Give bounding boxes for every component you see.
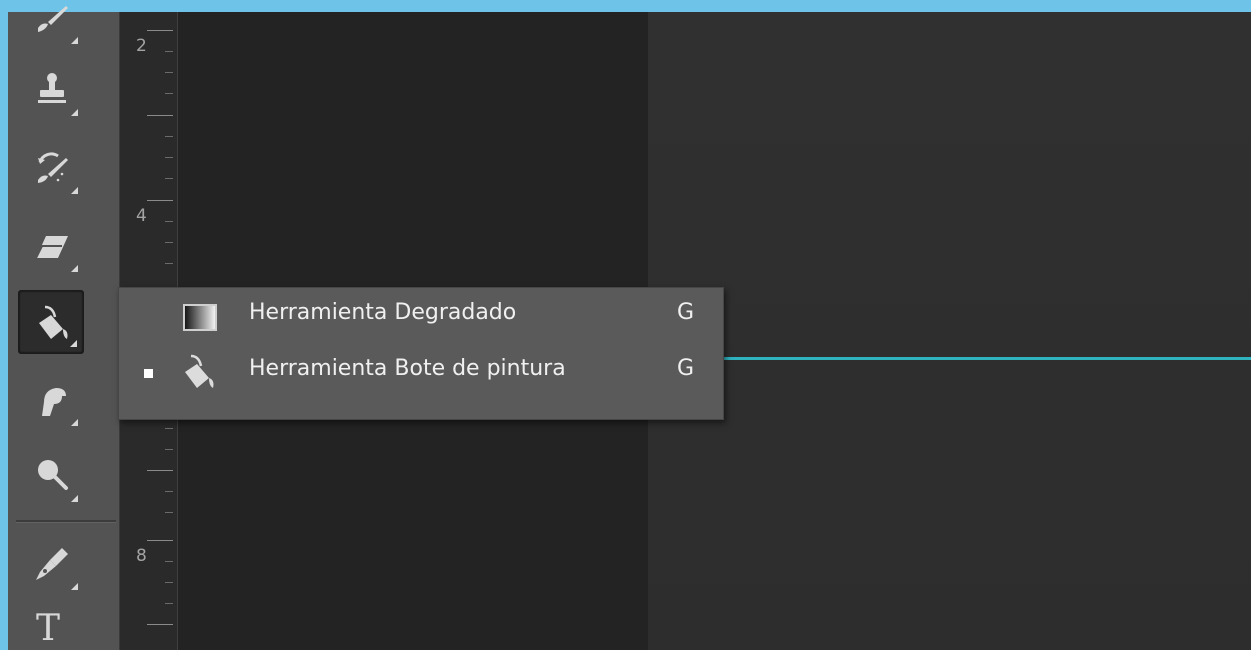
ruler-tick (165, 428, 173, 429)
submenu-indicator (71, 495, 78, 502)
ruler-tick (165, 242, 173, 243)
ruler-label: 2 (136, 36, 147, 56)
menu-item-label: Herramienta Degradado (249, 300, 517, 325)
ruler-tick (165, 157, 173, 158)
menu-item-gradient-tool[interactable]: Herramienta Degradado G (119, 288, 723, 344)
clone-stamp-icon (38, 73, 66, 103)
document-canvas[interactable] (648, 12, 1251, 650)
paint-bucket-icon (185, 354, 214, 388)
ruler-tick (165, 221, 173, 222)
submenu-indicator (71, 37, 78, 44)
brush-icon (38, 6, 68, 32)
window-left-border (0, 0, 8, 650)
window-top-border (0, 0, 1251, 12)
brush-tool-button[interactable] (18, 0, 84, 50)
ruler-tick (165, 561, 173, 562)
eraser-icon (35, 236, 68, 259)
submenu-indicator (71, 583, 78, 590)
menu-item-paint-bucket-tool[interactable]: Herramienta Bote de pintura G (119, 344, 723, 400)
ruler-tick (165, 72, 173, 73)
ruler-tick (147, 30, 173, 31)
type-icon: T (36, 608, 61, 649)
submenu-indicator (71, 265, 78, 272)
submenu-indicator (71, 187, 78, 194)
ruler-tick (165, 491, 173, 492)
ruler-tick (165, 93, 173, 94)
tool-flyout-menu: Herramienta Degradado G Herramienta Bote… (118, 287, 724, 420)
type-tool-button[interactable]: T (18, 602, 84, 650)
selected-bullet-icon (144, 369, 153, 378)
history-brush-tool-button[interactable] (18, 136, 84, 200)
ruler-label: 8 (136, 546, 147, 566)
clone-stamp-tool-button[interactable] (18, 58, 84, 122)
dodge-tool-button[interactable] (18, 444, 84, 508)
ruler-tick (165, 263, 173, 264)
ruler-tick (165, 136, 173, 137)
submenu-indicator (71, 419, 78, 426)
menu-item-shortcut: G (677, 300, 695, 325)
menu-item-label: Herramienta Bote de pintura (249, 356, 566, 381)
ruler-tick (147, 540, 173, 541)
toolbar-divider (16, 520, 116, 523)
submenu-indicator (71, 109, 78, 116)
submenu-indicator (70, 340, 77, 347)
ruler-tick (147, 115, 173, 116)
paint-bucket-tool-button[interactable] (18, 290, 84, 354)
ruler-tick (165, 603, 173, 604)
pen-tool-button[interactable] (18, 532, 84, 596)
ruler-tick (147, 624, 173, 625)
smudge-icon (42, 388, 66, 416)
menu-item-shortcut: G (677, 356, 695, 381)
ruler-tick (147, 470, 173, 471)
dodge-icon (38, 460, 68, 490)
ruler-tick (147, 200, 173, 201)
history-brush-icon (38, 152, 68, 183)
paint-bucket-icon (39, 305, 68, 339)
smudge-tool-button[interactable] (18, 368, 84, 432)
ruler-label: 4 (136, 206, 147, 226)
ruler-tick (165, 178, 173, 179)
eraser-tool-button[interactable] (18, 214, 84, 278)
ruler-tick (165, 51, 173, 52)
guide-line[interactable] (700, 357, 1251, 360)
pen-icon (36, 548, 68, 580)
ruler-tick (165, 512, 173, 513)
tools-panel: T (8, 6, 120, 650)
ruler-tick (165, 582, 173, 583)
gradient-tool-icon (183, 304, 217, 331)
ruler-tick (165, 449, 173, 450)
